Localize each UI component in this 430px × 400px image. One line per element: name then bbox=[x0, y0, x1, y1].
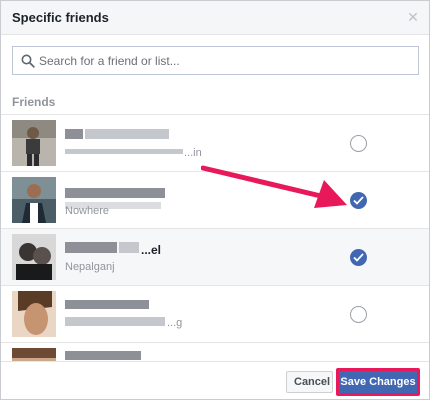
avatar bbox=[12, 120, 56, 166]
select-radio[interactable] bbox=[350, 135, 367, 152]
friend-subtitle: ...g bbox=[167, 317, 183, 329]
annotation-arrow bbox=[201, 165, 347, 208]
search-input[interactable] bbox=[39, 50, 409, 71]
select-radio[interactable] bbox=[350, 192, 367, 209]
save-changes-button[interactable]: Save Changes bbox=[339, 371, 417, 393]
avatar bbox=[12, 348, 56, 361]
checkmark-icon bbox=[353, 196, 364, 205]
friend-name: ...el bbox=[141, 243, 162, 257]
name-redaction bbox=[85, 129, 169, 139]
friend-row[interactable] bbox=[1, 342, 429, 361]
subtitle-redaction bbox=[65, 149, 183, 154]
avatar bbox=[12, 234, 56, 280]
avatar bbox=[12, 177, 56, 223]
select-radio[interactable] bbox=[350, 249, 367, 266]
subtitle-redaction bbox=[65, 317, 165, 326]
name-redaction bbox=[65, 188, 165, 198]
friend-row[interactable]: ...g bbox=[1, 285, 429, 343]
checkmark-icon bbox=[353, 253, 364, 262]
friends-section-label: Friends bbox=[12, 95, 56, 109]
name-redaction bbox=[119, 242, 139, 253]
name-redaction bbox=[65, 351, 141, 360]
name-redaction bbox=[65, 300, 149, 309]
avatar bbox=[12, 291, 56, 337]
friend-row[interactable]: ...in bbox=[1, 114, 429, 172]
name-redaction bbox=[65, 242, 117, 253]
cancel-button[interactable]: Cancel bbox=[286, 371, 333, 393]
dialog-header: Specific friends ✕ bbox=[1, 1, 429, 35]
search-icon bbox=[21, 54, 35, 68]
search-box[interactable] bbox=[12, 46, 419, 75]
friend-subtitle: Nowhere bbox=[65, 205, 110, 217]
friend-subtitle: ...in bbox=[184, 147, 202, 159]
friends-list[interactable]: ...in Nowhere ...el Nepalganj ...g bbox=[1, 114, 429, 361]
dialog-footer: Cancel Save Changes bbox=[1, 361, 429, 399]
close-icon[interactable]: ✕ bbox=[406, 10, 420, 24]
dialog-title: Specific friends bbox=[12, 10, 109, 25]
save-highlight: Save Changes bbox=[336, 368, 420, 396]
friend-subtitle: Nepalganj bbox=[65, 261, 115, 273]
name-redaction bbox=[65, 129, 83, 139]
specific-friends-dialog: Specific friends ✕ Friends bbox=[0, 0, 430, 400]
friend-row[interactable]: ...el Nepalganj bbox=[1, 228, 429, 286]
select-radio[interactable] bbox=[350, 306, 367, 323]
